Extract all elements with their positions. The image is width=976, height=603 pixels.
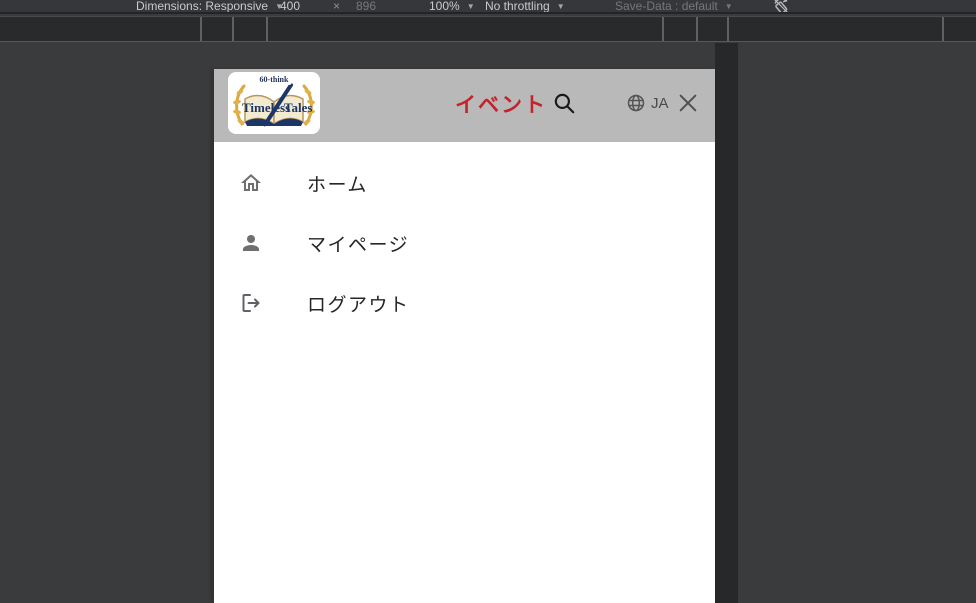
logo-title-right: Tales	[284, 100, 312, 115]
zoom-select[interactable]: 100% ▼	[429, 0, 475, 12]
person-icon	[239, 231, 263, 255]
search-button[interactable]	[551, 90, 577, 116]
rotate-device-icon	[774, 0, 788, 12]
site-logo[interactable]: 60-think Timeless Tales	[228, 72, 320, 134]
language-code-label[interactable]: JA	[651, 95, 669, 112]
dimensions-label: Dimensions: Responsive	[136, 0, 269, 13]
ruler-bar	[0, 16, 976, 42]
ruler-tick	[266, 17, 268, 41]
ruler-tick	[662, 17, 664, 41]
devtools-responsive-view: Dimensions: Responsive ▼ 400 × 896 100% …	[0, 0, 976, 603]
save-data-select[interactable]: Save-Data : default ▼	[615, 0, 733, 12]
device-toolbar: Dimensions: Responsive ▼ 400 × 896 100% …	[0, 0, 976, 14]
chevron-down-icon: ▼	[466, 1, 475, 11]
menu-item-logout[interactable]: ログアウト	[214, 273, 715, 333]
menu-item-label: ホーム	[307, 174, 368, 196]
viewport-height-input[interactable]: 896	[356, 0, 376, 12]
emulated-page: 60-think Timeless Tales イベント JA ホーム マイペー…	[214, 69, 715, 603]
menu-item-label: ログアウト	[307, 294, 410, 316]
menu-item-label: マイページ	[307, 234, 410, 256]
ruler-tick	[727, 17, 729, 41]
ruler-tick	[942, 17, 944, 41]
rotate-device-button[interactable]	[771, 0, 791, 12]
close-menu-button[interactable]	[677, 92, 699, 114]
logout-icon	[239, 291, 263, 315]
mobile-menu: ホーム マイページ ログアウト	[214, 142, 715, 333]
chevron-down-icon: ▼	[724, 1, 733, 11]
language-button[interactable]	[626, 93, 646, 113]
home-icon	[239, 171, 263, 195]
dimensions-select[interactable]: Dimensions: Responsive ▼	[136, 0, 283, 13]
menu-item-home[interactable]: ホーム	[214, 153, 715, 213]
logo-title-left: Timeless	[242, 100, 290, 115]
viewport-right-gutter	[715, 43, 738, 603]
chevron-down-icon: ▼	[556, 1, 565, 11]
nav-event-link[interactable]: イベント	[446, 89, 556, 119]
site-header: 60-think Timeless Tales イベント JA	[214, 69, 715, 142]
globe-icon	[627, 94, 645, 112]
throttling-select[interactable]: No throttling ▼	[485, 0, 565, 12]
ruler-tick	[232, 17, 234, 41]
menu-item-mypage[interactable]: マイページ	[214, 213, 715, 273]
dimensions-times-icon: ×	[333, 0, 341, 13]
ruler-tick	[696, 17, 698, 41]
search-icon	[554, 93, 575, 114]
ruler-tick	[200, 17, 202, 41]
logo-banner-text: 60-think	[260, 75, 289, 84]
viewport-width-input[interactable]: 400	[280, 0, 300, 12]
close-icon	[679, 94, 697, 112]
